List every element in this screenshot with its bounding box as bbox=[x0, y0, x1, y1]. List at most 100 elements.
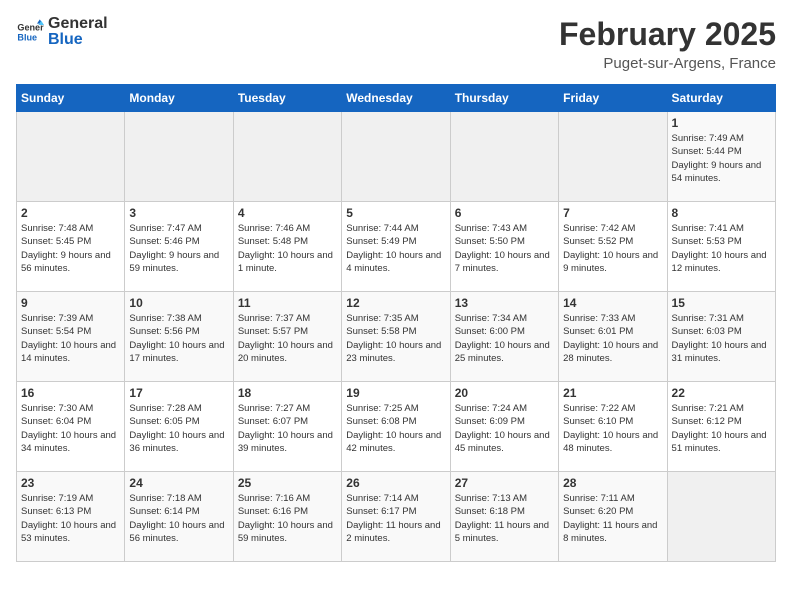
day-info: Sunrise: 7:14 AM Sunset: 6:17 PM Dayligh… bbox=[346, 492, 445, 545]
calendar-cell: 13 Sunrise: 7:34 AM Sunset: 6:00 PM Dayli… bbox=[450, 292, 558, 382]
calendar-cell: 14 Sunrise: 7:33 AM Sunset: 6:01 PM Dayli… bbox=[559, 292, 667, 382]
day-number: 5 bbox=[346, 206, 445, 220]
day-number: 28 bbox=[563, 476, 662, 490]
calendar-cell: 4 Sunrise: 7:46 AM Sunset: 5:48 PM Daylig… bbox=[233, 202, 341, 292]
day-number: 8 bbox=[672, 206, 771, 220]
day-number: 20 bbox=[455, 386, 554, 400]
calendar-cell: 25Sunrise: 7:16 AM Sunset: 6:16 PM Dayli… bbox=[233, 472, 341, 562]
calendar-cell: 9Sunrise: 7:39 AM Sunset: 5:54 PM Daylig… bbox=[17, 292, 125, 382]
calendar-cell bbox=[450, 112, 558, 202]
calendar-cell: 23 Sunrise: 7:19 AM Sunset: 6:13 PM Dayli… bbox=[17, 472, 125, 562]
day-info: Sunrise: 7:21 AM Sunset: 6:12 PM Dayligh… bbox=[672, 402, 771, 455]
day-info: Sunrise: 7:46 AM Sunset: 5:48 PM Dayligh… bbox=[238, 222, 337, 275]
day-info: Sunrise: 7:18 AM Sunset: 6:14 PM Dayligh… bbox=[129, 492, 228, 545]
logo-icon: General Blue bbox=[16, 18, 44, 46]
calendar-cell: 20 Sunrise: 7:24 AM Sunset: 6:09 PM Dayli… bbox=[450, 382, 558, 472]
day-info: Sunrise: 7:24 AM Sunset: 6:09 PM Dayligh… bbox=[455, 402, 554, 455]
calendar-table: SundayMondayTuesdayWednesdayThursdayFrid… bbox=[16, 84, 776, 562]
week-row-1: 1 Sunrise: 7:49 AM Sunset: 5:44 PM Daylig… bbox=[17, 112, 776, 202]
day-number: 7 bbox=[563, 206, 662, 220]
day-number: 13 bbox=[455, 296, 554, 310]
day-number: 1 bbox=[672, 116, 771, 130]
day-header-friday: Friday bbox=[559, 85, 667, 112]
day-header-monday: Monday bbox=[125, 85, 233, 112]
day-number: 10 bbox=[129, 296, 228, 310]
day-info: Sunrise: 7:49 AM Sunset: 5:44 PM Dayligh… bbox=[672, 132, 771, 185]
week-row-2: 2Sunrise: 7:48 AM Sunset: 5:45 PM Daylig… bbox=[17, 202, 776, 292]
calendar-cell: 15Sunrise: 7:31 AM Sunset: 6:03 PM Dayli… bbox=[667, 292, 775, 382]
day-header-wednesday: Wednesday bbox=[342, 85, 450, 112]
day-info: Sunrise: 7:22 AM Sunset: 6:10 PM Dayligh… bbox=[563, 402, 662, 455]
day-number: 25 bbox=[238, 476, 337, 490]
title-area: February 2025 Puget-sur-Argens, France bbox=[559, 16, 776, 72]
day-info: Sunrise: 7:13 AM Sunset: 6:18 PM Dayligh… bbox=[455, 492, 554, 545]
calendar-cell bbox=[125, 112, 233, 202]
logo-general-text: General bbox=[48, 16, 108, 32]
calendar-cell bbox=[342, 112, 450, 202]
calendar-cell: 2Sunrise: 7:48 AM Sunset: 5:45 PM Daylig… bbox=[17, 202, 125, 292]
day-number: 22 bbox=[672, 386, 771, 400]
calendar-cell: 6 Sunrise: 7:43 AM Sunset: 5:50 PM Daylig… bbox=[450, 202, 558, 292]
calendar-cell: 26 Sunrise: 7:14 AM Sunset: 6:17 PM Dayli… bbox=[342, 472, 450, 562]
day-number: 24 bbox=[129, 476, 228, 490]
calendar-subtitle: Puget-sur-Argens, France bbox=[559, 55, 776, 72]
calendar-cell: 18 Sunrise: 7:27 AM Sunset: 6:07 PM Dayli… bbox=[233, 382, 341, 472]
day-info: Sunrise: 7:37 AM Sunset: 5:57 PM Dayligh… bbox=[238, 312, 337, 365]
day-number: 4 bbox=[238, 206, 337, 220]
day-number: 6 bbox=[455, 206, 554, 220]
day-header-tuesday: Tuesday bbox=[233, 85, 341, 112]
day-info: Sunrise: 7:39 AM Sunset: 5:54 PM Dayligh… bbox=[21, 312, 120, 365]
calendar-cell: 28 Sunrise: 7:11 AM Sunset: 6:20 PM Dayli… bbox=[559, 472, 667, 562]
calendar-cell bbox=[233, 112, 341, 202]
calendar-cell: 11 Sunrise: 7:37 AM Sunset: 5:57 PM Dayli… bbox=[233, 292, 341, 382]
calendar-cell: 12Sunrise: 7:35 AM Sunset: 5:58 PM Dayli… bbox=[342, 292, 450, 382]
day-number: 2 bbox=[21, 206, 120, 220]
week-row-3: 9Sunrise: 7:39 AM Sunset: 5:54 PM Daylig… bbox=[17, 292, 776, 382]
day-header-thursday: Thursday bbox=[450, 85, 558, 112]
calendar-cell bbox=[17, 112, 125, 202]
day-number: 23 bbox=[21, 476, 120, 490]
day-info: Sunrise: 7:27 AM Sunset: 6:07 PM Dayligh… bbox=[238, 402, 337, 455]
day-number: 11 bbox=[238, 296, 337, 310]
logo: General Blue General Blue bbox=[16, 16, 108, 48]
calendar-cell: 19Sunrise: 7:25 AM Sunset: 6:08 PM Dayli… bbox=[342, 382, 450, 472]
week-row-4: 16 Sunrise: 7:30 AM Sunset: 6:04 PM Dayli… bbox=[17, 382, 776, 472]
day-number: 14 bbox=[563, 296, 662, 310]
svg-text:Blue: Blue bbox=[17, 32, 37, 42]
day-number: 18 bbox=[238, 386, 337, 400]
calendar-cell: 7 Sunrise: 7:42 AM Sunset: 5:52 PM Daylig… bbox=[559, 202, 667, 292]
days-header-row: SundayMondayTuesdayWednesdayThursdayFrid… bbox=[17, 85, 776, 112]
day-number: 16 bbox=[21, 386, 120, 400]
day-number: 15 bbox=[672, 296, 771, 310]
day-number: 27 bbox=[455, 476, 554, 490]
day-number: 3 bbox=[129, 206, 228, 220]
calendar-cell: 16 Sunrise: 7:30 AM Sunset: 6:04 PM Dayli… bbox=[17, 382, 125, 472]
day-info: Sunrise: 7:25 AM Sunset: 6:08 PM Dayligh… bbox=[346, 402, 445, 455]
day-info: Sunrise: 7:43 AM Sunset: 5:50 PM Dayligh… bbox=[455, 222, 554, 275]
day-info: Sunrise: 7:42 AM Sunset: 5:52 PM Dayligh… bbox=[563, 222, 662, 275]
day-info: Sunrise: 7:33 AM Sunset: 6:01 PM Dayligh… bbox=[563, 312, 662, 365]
day-header-sunday: Sunday bbox=[17, 85, 125, 112]
day-info: Sunrise: 7:34 AM Sunset: 6:00 PM Dayligh… bbox=[455, 312, 554, 365]
page-header: General Blue General Blue February 2025 … bbox=[16, 16, 776, 72]
calendar-cell: 3 Sunrise: 7:47 AM Sunset: 5:46 PM Daylig… bbox=[125, 202, 233, 292]
day-info: Sunrise: 7:19 AM Sunset: 6:13 PM Dayligh… bbox=[21, 492, 120, 545]
day-number: 12 bbox=[346, 296, 445, 310]
calendar-cell: 1 Sunrise: 7:49 AM Sunset: 5:44 PM Daylig… bbox=[667, 112, 775, 202]
logo-blue-text: Blue bbox=[48, 32, 108, 48]
calendar-cell: 24 Sunrise: 7:18 AM Sunset: 6:14 PM Dayli… bbox=[125, 472, 233, 562]
calendar-cell bbox=[667, 472, 775, 562]
day-number: 26 bbox=[346, 476, 445, 490]
day-info: Sunrise: 7:41 AM Sunset: 5:53 PM Dayligh… bbox=[672, 222, 771, 275]
calendar-cell: 27 Sunrise: 7:13 AM Sunset: 6:18 PM Dayli… bbox=[450, 472, 558, 562]
day-info: Sunrise: 7:11 AM Sunset: 6:20 PM Dayligh… bbox=[563, 492, 662, 545]
calendar-cell: 10Sunrise: 7:38 AM Sunset: 5:56 PM Dayli… bbox=[125, 292, 233, 382]
calendar-cell bbox=[559, 112, 667, 202]
calendar-cell: 8 Sunrise: 7:41 AM Sunset: 5:53 PM Daylig… bbox=[667, 202, 775, 292]
day-info: Sunrise: 7:28 AM Sunset: 6:05 PM Dayligh… bbox=[129, 402, 228, 455]
day-info: Sunrise: 7:47 AM Sunset: 5:46 PM Dayligh… bbox=[129, 222, 228, 275]
day-info: Sunrise: 7:30 AM Sunset: 6:04 PM Dayligh… bbox=[21, 402, 120, 455]
day-header-saturday: Saturday bbox=[667, 85, 775, 112]
calendar-cell: 5Sunrise: 7:44 AM Sunset: 5:49 PM Daylig… bbox=[342, 202, 450, 292]
calendar-cell: 22 Sunrise: 7:21 AM Sunset: 6:12 PM Dayli… bbox=[667, 382, 775, 472]
